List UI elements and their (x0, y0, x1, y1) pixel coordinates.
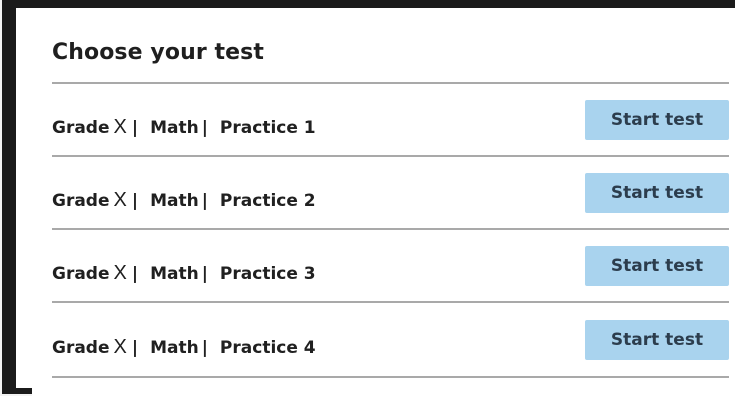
screen-frame: Choose your test Grade X | Math | Practi… (2, 0, 735, 396)
test-row-4: Grade X | Math | Practice 4 Start test (52, 320, 729, 374)
separator: | (131, 191, 139, 211)
grade-label: Grade (52, 118, 110, 138)
start-test-button[interactable]: Start test (585, 246, 729, 286)
subject-label: Math (150, 191, 199, 211)
test-row-label: Grade X | Math | Practice 4 (52, 336, 316, 359)
test-row-label: Grade X | Math | Practice 2 (52, 189, 316, 212)
page-title: Choose your test (52, 40, 264, 65)
practice-label: Practice 2 (219, 191, 316, 211)
test-selection-panel: Choose your test Grade X | Math | Practi… (32, 16, 735, 396)
separator: | (131, 264, 139, 284)
subject-label: Math (150, 118, 199, 138)
grade-value: X (113, 189, 127, 211)
grade-label: Grade (52, 264, 110, 284)
grade-value: X (113, 336, 127, 358)
separator: | (201, 264, 208, 284)
divider (52, 155, 729, 157)
separator: | (201, 191, 208, 211)
grade-label: Grade (52, 191, 110, 211)
start-test-button[interactable]: Start test (585, 100, 729, 140)
divider (52, 301, 729, 303)
separator: | (201, 338, 208, 358)
test-row-1: Grade X | Math | Practice 1 Start test (52, 100, 729, 154)
start-test-button[interactable]: Start test (585, 320, 729, 360)
practice-label: Practice 4 (219, 338, 316, 358)
separator: | (131, 338, 139, 358)
subject-label: Math (150, 264, 199, 284)
practice-label: Practice 1 (219, 118, 316, 138)
separator: | (131, 118, 139, 138)
divider (52, 228, 729, 230)
practice-label: Practice 3 (219, 264, 316, 284)
test-row-label: Grade X | Math | Practice 1 (52, 116, 316, 139)
grade-value: X (113, 116, 127, 138)
test-row-label: Grade X | Math | Practice 3 (52, 262, 316, 285)
separator: | (201, 118, 208, 138)
subject-label: Math (150, 338, 199, 358)
grade-value: X (113, 262, 127, 284)
test-row-2: Grade X | Math | Practice 2 Start test (52, 173, 729, 227)
start-test-button[interactable]: Start test (585, 173, 729, 213)
grade-label: Grade (52, 338, 110, 358)
test-row-3: Grade X | Math | Practice 3 Start test (52, 246, 729, 300)
divider (52, 82, 729, 84)
divider (52, 376, 729, 378)
